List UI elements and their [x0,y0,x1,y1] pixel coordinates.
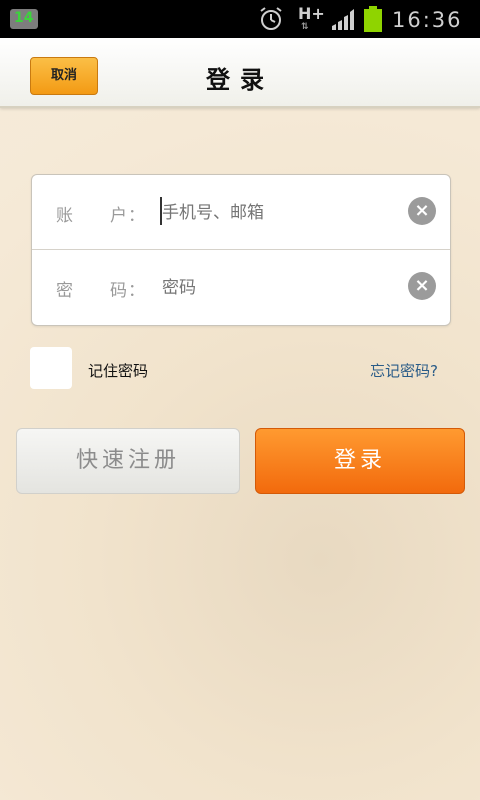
password-label: 密 码： [56,281,146,301]
remember-password-checkbox[interactable] [30,347,72,389]
clear-account-icon[interactable]: × [408,197,436,225]
quick-register-button[interactable]: 快速注册 [16,428,240,494]
network-type-label: H+ [298,4,325,23]
forgot-password-link[interactable]: 忘记密码? [370,360,438,381]
title-bar: 取消 登录 [0,38,480,108]
password-row: 密 码： × [32,250,450,324]
status-time: 16:36 [392,8,463,32]
account-row: 账 户： × [32,175,450,250]
login-form: 账 户： × 密 码： × [31,174,451,326]
account-input[interactable] [162,201,392,225]
clear-password-icon[interactable]: × [408,272,436,300]
page-title: 登录 [206,66,274,94]
login-button[interactable]: 登录 [255,428,465,494]
signal-strength-icon [332,9,354,30]
notification-count: 14 [14,10,34,26]
status-bar: 14 H+ ⇅ 16:36 [0,0,480,38]
account-label: 账 户： [56,206,146,226]
password-input[interactable] [162,276,392,300]
network-activity-icon: ⇅ [301,22,309,32]
network-type-icon: H+ ⇅ [298,4,325,32]
remember-password-label[interactable]: 记住密码 [88,360,148,381]
battery-icon [364,6,382,32]
alarm-clock-icon [260,7,282,30]
notification-icon: 14 [10,9,38,29]
